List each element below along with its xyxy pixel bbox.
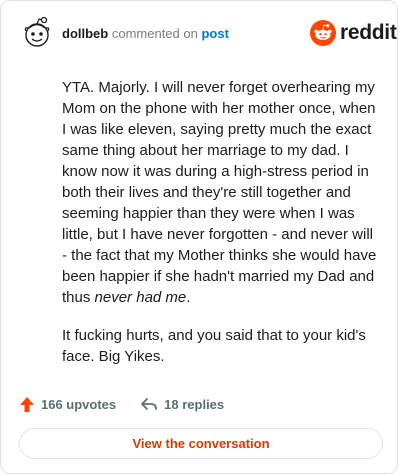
paragraph-end: . bbox=[186, 289, 191, 306]
comment-embed-card: dollbeb commented on post reddit YTA. Ma… bbox=[0, 0, 398, 474]
reddit-alien-icon bbox=[310, 20, 336, 46]
italic-emphasis: never had me bbox=[94, 289, 187, 306]
upvote-arrow-icon bbox=[20, 396, 34, 412]
reply-count: 18 replies bbox=[164, 396, 225, 412]
comment-header: dollbeb commented on post bbox=[62, 26, 229, 42]
comment-stats: 166 upvotes 18 replies bbox=[19, 394, 248, 414]
comment-verb: commented on bbox=[111, 26, 198, 41]
reddit-wordmark: reddit bbox=[340, 21, 397, 44]
reddit-logo[interactable]: reddit bbox=[310, 18, 397, 48]
comment-paragraph: YTA. Majorly. I will never forget overhe… bbox=[62, 77, 382, 308]
paragraph-text: YTA. Majorly. I will never forget overhe… bbox=[62, 79, 377, 306]
user-avatar[interactable] bbox=[20, 15, 54, 49]
view-conversation-button[interactable]: View the conversation bbox=[19, 428, 383, 459]
snoo-avatar-icon bbox=[24, 16, 50, 47]
upvote-count: 166 upvotes bbox=[41, 396, 117, 412]
username-link[interactable]: dollbeb bbox=[62, 26, 108, 41]
upvotes-stat[interactable]: 166 upvotes bbox=[19, 396, 116, 413]
post-link[interactable]: post bbox=[201, 26, 228, 41]
reply-arrow-icon bbox=[141, 398, 158, 410]
replies-stat[interactable]: 18 replies bbox=[140, 396, 224, 412]
comment-paragraph: It fucking hurts, and you said that to y… bbox=[62, 327, 366, 365]
comment-body: YTA. Majorly. I will never forget overhe… bbox=[62, 77, 382, 384]
